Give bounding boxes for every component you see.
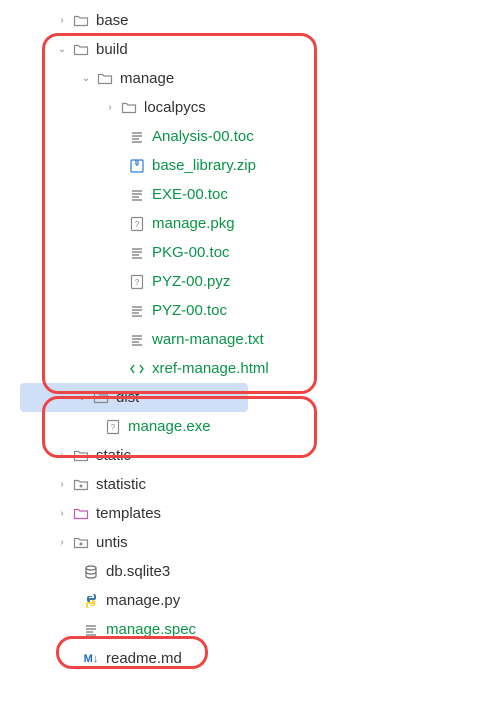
tree-item-manage-folder[interactable]: ⌄ manage <box>0 64 503 93</box>
svg-text:?: ? <box>111 423 116 432</box>
unknown-file-icon: ? <box>128 273 146 291</box>
tree-label: PYZ-00.toc <box>152 302 227 319</box>
chevron-right-icon: › <box>56 15 68 26</box>
chevron-right-icon: › <box>104 102 116 113</box>
package-icon <box>72 476 90 494</box>
archive-icon <box>128 157 146 175</box>
tree-label: readme.md <box>106 650 182 667</box>
file-tree: › base ⌄ build ⌄ manage › localpycs Analysis… <box>0 0 503 673</box>
html-file-icon <box>128 360 146 378</box>
chevron-down-icon: ⌄ <box>56 44 68 55</box>
tree-item-localpycs[interactable]: › localpycs <box>0 93 503 122</box>
tree-item-base[interactable]: › base <box>0 6 503 35</box>
text-file-icon <box>128 186 146 204</box>
folder-icon <box>96 70 114 88</box>
tree-item-manage-spec[interactable]: manage.spec <box>0 615 503 644</box>
svg-text:?: ? <box>135 220 140 229</box>
tree-item-base-library-zip[interactable]: base_library.zip <box>0 151 503 180</box>
tree-item-dist[interactable]: ⌄ dist <box>20 383 248 412</box>
tree-item-pyz-toc[interactable]: PYZ-00.toc <box>0 296 503 325</box>
tree-label: templates <box>96 505 161 522</box>
tree-label: manage.exe <box>128 418 211 435</box>
tree-label: db.sqlite3 <box>106 563 170 580</box>
tree-item-manage-exe[interactable]: ? manage.exe <box>0 412 503 441</box>
chevron-down-icon: ⌄ <box>80 73 92 84</box>
unknown-file-icon: ? <box>128 215 146 233</box>
python-icon <box>82 592 100 610</box>
tree-label: xref-manage.html <box>152 360 269 377</box>
tree-item-build[interactable]: ⌄ build <box>0 35 503 64</box>
tree-item-pkg-toc[interactable]: PKG-00.toc <box>0 238 503 267</box>
tree-label: dist <box>116 389 139 406</box>
tree-label: statistic <box>96 476 146 493</box>
unknown-file-icon: ? <box>104 418 122 436</box>
markdown-icon: M↓ <box>82 650 100 668</box>
package-icon <box>72 534 90 552</box>
tree-label: static <box>96 447 131 464</box>
tree-item-warn-txt[interactable]: warn-manage.txt <box>0 325 503 354</box>
folder-icon <box>72 41 90 59</box>
chevron-right-icon: › <box>56 479 68 490</box>
tree-item-statistic[interactable]: › statistic <box>0 470 503 499</box>
tree-label: manage <box>120 70 174 87</box>
tree-item-xref-html[interactable]: xref-manage.html <box>0 354 503 383</box>
tree-item-templates[interactable]: › templates <box>0 499 503 528</box>
tree-label: EXE-00.toc <box>152 186 228 203</box>
tree-label: PYZ-00.pyz <box>152 273 230 290</box>
chevron-right-icon: › <box>56 537 68 548</box>
tree-item-db-sqlite3[interactable]: db.sqlite3 <box>0 557 503 586</box>
text-file-icon <box>128 302 146 320</box>
folder-icon <box>72 447 90 465</box>
chevron-down-icon: ⌄ <box>76 392 88 403</box>
chevron-right-icon: › <box>56 508 68 519</box>
tree-item-exe-toc[interactable]: EXE-00.toc <box>0 180 503 209</box>
tree-label: base_library.zip <box>152 157 256 174</box>
tree-item-manage-py[interactable]: manage.py <box>0 586 503 615</box>
tree-item-manage-pkg[interactable]: ? manage.pkg <box>0 209 503 238</box>
tree-item-analysis-toc[interactable]: Analysis-00.toc <box>0 122 503 151</box>
database-icon <box>82 563 100 581</box>
folder-icon <box>92 389 110 407</box>
text-file-icon <box>128 244 146 262</box>
svg-text:?: ? <box>135 278 140 287</box>
tree-label: manage.py <box>106 592 180 609</box>
tree-label: manage.pkg <box>152 215 235 232</box>
tree-label: build <box>96 41 128 58</box>
text-file-icon <box>128 128 146 146</box>
tree-label: PKG-00.toc <box>152 244 230 261</box>
tree-label: warn-manage.txt <box>152 331 264 348</box>
folder-icon <box>72 12 90 30</box>
folder-icon <box>72 505 90 523</box>
tree-item-untis[interactable]: › untis <box>0 528 503 557</box>
tree-item-pyz-pyz[interactable]: ? PYZ-00.pyz <box>0 267 503 296</box>
folder-icon <box>120 99 138 117</box>
tree-item-static[interactable]: › static <box>0 441 503 470</box>
text-file-icon <box>128 331 146 349</box>
text-file-icon <box>82 621 100 639</box>
tree-label: Analysis-00.toc <box>152 128 254 145</box>
tree-label: manage.spec <box>106 621 196 638</box>
chevron-right-icon: › <box>56 450 68 461</box>
tree-label: untis <box>96 534 128 551</box>
tree-item-readme-md[interactable]: M↓ readme.md <box>0 644 503 673</box>
tree-label: base <box>96 12 129 29</box>
tree-label: localpycs <box>144 99 206 116</box>
